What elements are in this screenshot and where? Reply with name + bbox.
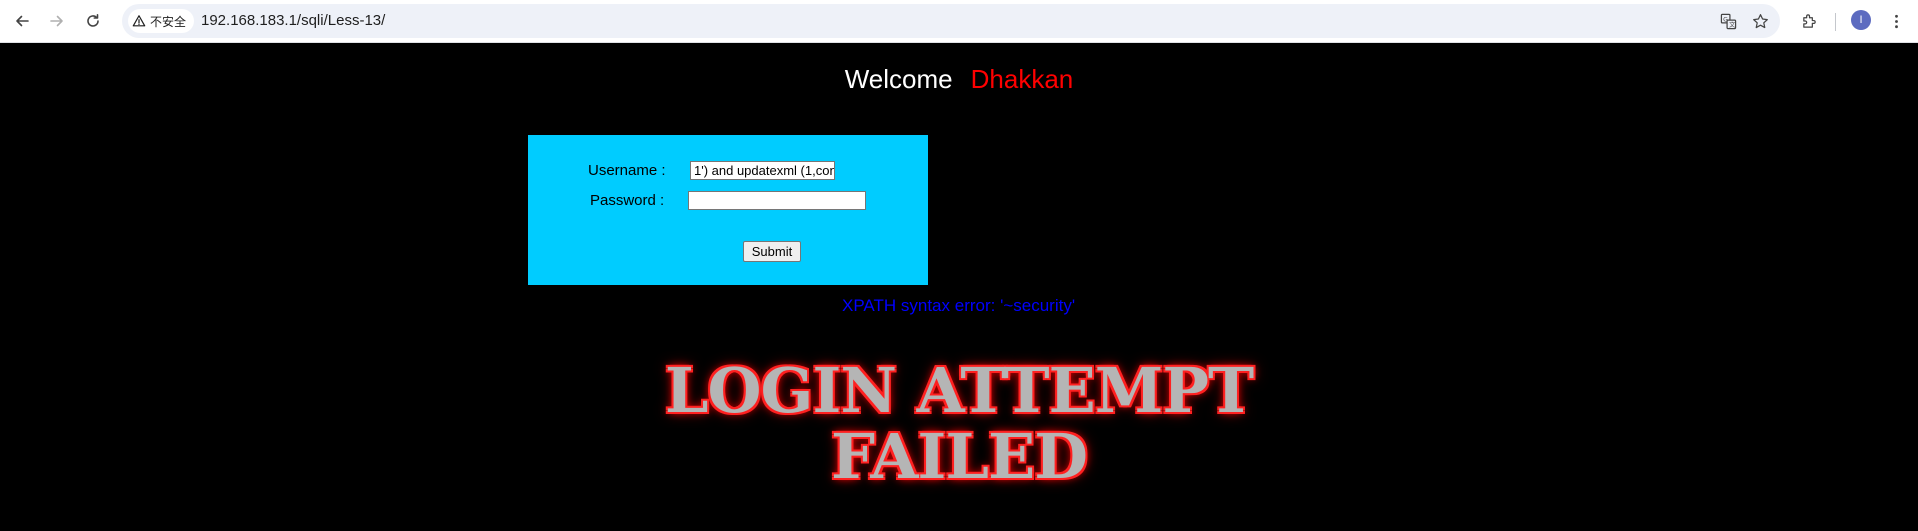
back-button[interactable]	[9, 8, 35, 34]
login-failed-banner: LOGIN ATTEMPT FAILED	[0, 358, 1918, 490]
svg-text:文: 文	[1729, 21, 1735, 29]
extensions-button[interactable]	[1796, 8, 1822, 34]
security-indicator[interactable]: 不安全	[128, 9, 195, 33]
reload-button[interactable]	[80, 8, 106, 34]
security-label: 不安全	[150, 14, 187, 29]
url-text[interactable]: 192.168.183.1/sqli/Less-13/	[201, 12, 385, 29]
browser-toolbar: 不安全 192.168.183.1/sqli/Less-13/ G 文 I	[0, 0, 1918, 43]
svg-text:G: G	[1723, 16, 1728, 23]
toolbar-divider	[1835, 13, 1836, 31]
reload-icon	[87, 14, 99, 27]
welcome-heading: Welcome Dhakkan	[0, 64, 1918, 95]
warning-icon	[132, 15, 146, 27]
forward-icon	[50, 15, 63, 27]
address-bar[interactable]: 不安全 192.168.183.1/sqli/Less-13/ G 文	[122, 4, 1780, 38]
login-form: Username : 1') and updatexml (1,concat( …	[528, 135, 928, 285]
banner-line-2: FAILED	[830, 420, 1088, 493]
bookmark-star-button[interactable]	[1750, 11, 1770, 31]
password-label: Password :	[590, 192, 665, 209]
star-icon	[1752, 13, 1768, 28]
welcome-text: Welcome	[844, 64, 953, 94]
banner-line-1: LOGIN ATTEMPT	[664, 354, 1254, 427]
browser-menu-button[interactable]	[1883, 8, 1909, 34]
username-label: Username :	[588, 162, 666, 179]
submit-button[interactable]: Submit	[743, 241, 801, 262]
translate-icon: G 文	[1720, 13, 1736, 29]
password-input[interactable]	[688, 191, 866, 210]
profile-avatar[interactable]: I	[1851, 10, 1871, 30]
welcome-name: Dhakkan	[970, 64, 1074, 94]
back-icon	[16, 15, 29, 27]
username-input[interactable]: 1') and updatexml (1,concat(	[690, 161, 835, 180]
menu-icon	[1894, 14, 1898, 28]
translate-button[interactable]: G 文	[1718, 11, 1738, 31]
error-message: XPATH syntax error: '~security'	[842, 296, 1076, 315]
forward-button[interactable]	[44, 8, 70, 34]
extensions-icon	[1802, 13, 1816, 28]
